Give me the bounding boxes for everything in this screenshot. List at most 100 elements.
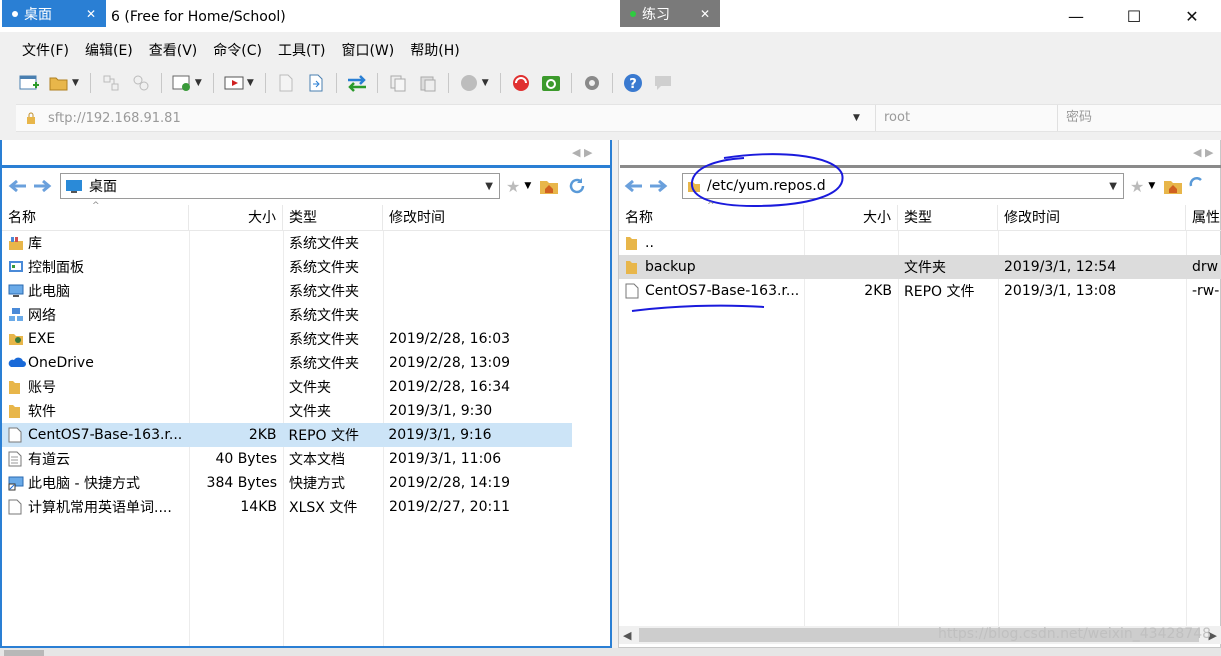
menu-command[interactable]: 命令(C)	[205, 40, 270, 60]
menu-edit[interactable]: 编辑(E)	[77, 40, 141, 60]
tab-local-desktop[interactable]: 桌面 ✕	[2, 0, 106, 27]
file-type: REPO 文件	[904, 284, 975, 300]
host-dropdown-icon[interactable]: ▼	[853, 113, 875, 123]
path-dropdown-icon[interactable]: ▼	[1109, 181, 1117, 192]
chat-icon[interactable]	[652, 72, 674, 94]
file-attributes: -rw-	[1192, 283, 1220, 299]
maximize-button[interactable]: ☐	[1105, 0, 1163, 32]
file-row[interactable]: 网络 系统文件夹	[2, 303, 610, 327]
favorite-dropdown-icon[interactable]: ▼	[1148, 181, 1155, 191]
menu-view[interactable]: 查看(V)	[141, 40, 206, 60]
forward-arrow-icon[interactable]	[646, 174, 670, 198]
new-session-icon[interactable]	[18, 72, 40, 94]
file-row[interactable]: 此电脑 - 快捷方式 384 Bytes 快捷方式 2019/2/28, 14:19	[2, 471, 610, 495]
col-modified[interactable]: 修改时间	[383, 205, 610, 230]
forward-arrow-icon[interactable]	[30, 174, 54, 198]
menu-window[interactable]: 窗口(W)	[333, 40, 402, 60]
col-size[interactable]: 大小	[189, 205, 283, 230]
file-row[interactable]: 此电脑 系统文件夹	[2, 279, 610, 303]
refresh-icon[interactable]	[1189, 176, 1203, 196]
toolbar-separator	[376, 73, 378, 93]
settings-gear-icon[interactable]	[581, 72, 603, 94]
file-row[interactable]: EXE 系统文件夹 2019/2/28, 16:03	[2, 327, 610, 351]
col-type[interactable]: 类型	[283, 205, 383, 230]
file-row[interactable]: OneDrive 系统文件夹 2019/2/28, 13:09	[2, 351, 610, 375]
file-row[interactable]: 库 系统文件夹	[2, 231, 610, 255]
toolbar-separator	[89, 73, 91, 93]
file-row[interactable]: 计算机常用英语单词.... 14KB XLSX 文件 2019/2/27, 20:11	[2, 495, 610, 519]
file-type: XLSX 文件	[289, 500, 358, 516]
refresh-icon[interactable]	[567, 176, 587, 196]
folder-icon	[625, 259, 641, 275]
open-dropdown-icon[interactable]: ▼	[72, 78, 79, 88]
left-tab-scroll-arrows[interactable]: ◀ ▶	[572, 146, 592, 159]
transfer-icon[interactable]	[346, 72, 368, 94]
right-tab-scroll-arrows[interactable]: ◀ ▶	[1193, 146, 1213, 159]
back-arrow-icon[interactable]	[6, 174, 30, 198]
disconnect-icon[interactable]	[130, 72, 152, 94]
shortcut-icon	[8, 475, 24, 491]
col-attributes[interactable]: 属性	[1186, 205, 1221, 230]
connect-icon[interactable]	[100, 72, 122, 94]
copy-icon[interactable]	[387, 72, 409, 94]
back-arrow-icon[interactable]	[622, 174, 646, 198]
file-name-cell: 控制面板	[2, 257, 189, 277]
paste-icon[interactable]	[417, 72, 439, 94]
media-icon[interactable]	[223, 72, 245, 94]
properties-dropdown-icon[interactable]: ▼	[195, 78, 202, 88]
toolbar-separator	[264, 73, 266, 93]
file-row[interactable]: ..	[619, 231, 1221, 255]
help-icon[interactable]: ?	[622, 72, 644, 94]
file-row[interactable]: 账号 文件夹 2019/2/28, 16:34	[2, 375, 610, 399]
file-type: 快捷方式	[289, 476, 345, 492]
file-name: 计算机常用英语单词....	[28, 500, 172, 516]
col-modified[interactable]: 修改时间	[998, 205, 1186, 230]
file-name-cell: 软件	[2, 401, 189, 421]
open-folder-icon[interactable]	[48, 72, 70, 94]
stop-icon[interactable]	[458, 72, 480, 94]
file-row[interactable]: CentOS7-Base-163.r... 2KB REPO 文件 2019/3/1,…	[619, 279, 1221, 303]
properties-icon[interactable]	[171, 72, 193, 94]
password-input[interactable]: 密码	[1057, 105, 1221, 131]
favorite-dropdown-icon[interactable]: ▼	[524, 181, 531, 191]
toolbar-separator	[160, 73, 162, 93]
status-scroll-thumb[interactable]	[4, 650, 44, 656]
xftp-icon[interactable]	[540, 72, 562, 94]
minimize-button[interactable]: —	[1047, 0, 1105, 32]
file-row[interactable]: 控制面板 系统文件夹	[2, 255, 610, 279]
scroll-left-icon[interactable]: ◀	[623, 629, 631, 642]
file-row[interactable]: CentOS7-Base-163.r... 2KB REPO 文件 2019/3/1,…	[2, 423, 572, 447]
col-size[interactable]: 大小	[804, 205, 898, 230]
download-icon[interactable]	[305, 72, 327, 94]
file-modified: 2019/2/28, 13:09	[389, 355, 511, 371]
favorite-star-icon[interactable]: ★	[1130, 177, 1144, 196]
file-row[interactable]: 软件 文件夹 2019/3/1, 9:30	[2, 399, 610, 423]
username-input[interactable]: root	[875, 105, 1057, 131]
close-button[interactable]: ✕	[1163, 0, 1221, 32]
tab-close-icon[interactable]: ✕	[700, 7, 710, 21]
host-input[interactable]: sftp://192.168.91.81	[48, 111, 853, 126]
stop-dropdown-icon[interactable]: ▼	[482, 78, 489, 88]
file-modified: 2019/2/27, 20:11	[389, 499, 511, 515]
file-row[interactable]: backup 文件夹 2019/3/1, 12:54 drw	[619, 255, 1221, 279]
xshell-icon[interactable]	[510, 72, 532, 94]
file-name: OneDrive	[28, 355, 94, 371]
path-dropdown-icon[interactable]: ▼	[485, 181, 493, 192]
menu-tools[interactable]: 工具(T)	[270, 40, 333, 60]
home-folder-icon[interactable]	[1163, 177, 1183, 195]
file-name-cell: 有道云	[2, 449, 189, 469]
file-name: CentOS7-Base-163.r...	[645, 283, 800, 299]
media-dropdown-icon[interactable]: ▼	[247, 78, 254, 88]
file-name: CentOS7-Base-163.r...	[28, 427, 183, 443]
tab-close-icon[interactable]: ✕	[86, 7, 96, 21]
favorite-star-icon[interactable]: ★	[506, 177, 520, 196]
local-path-input[interactable]: 桌面 ▼	[60, 173, 500, 199]
table-header: 名称 大小 类型 修改时间 属性 ^	[619, 201, 1221, 231]
upload-icon[interactable]	[275, 72, 297, 94]
menu-help[interactable]: 帮助(H)	[402, 40, 467, 60]
tab-remote-practice[interactable]: 练习 ✕	[620, 0, 720, 27]
menu-file[interactable]: 文件(F)	[14, 40, 77, 60]
file-row[interactable]: 有道云 40 Bytes 文本文档 2019/3/1, 11:06	[2, 447, 610, 471]
col-type[interactable]: 类型	[898, 205, 998, 230]
home-folder-icon[interactable]	[539, 177, 559, 195]
